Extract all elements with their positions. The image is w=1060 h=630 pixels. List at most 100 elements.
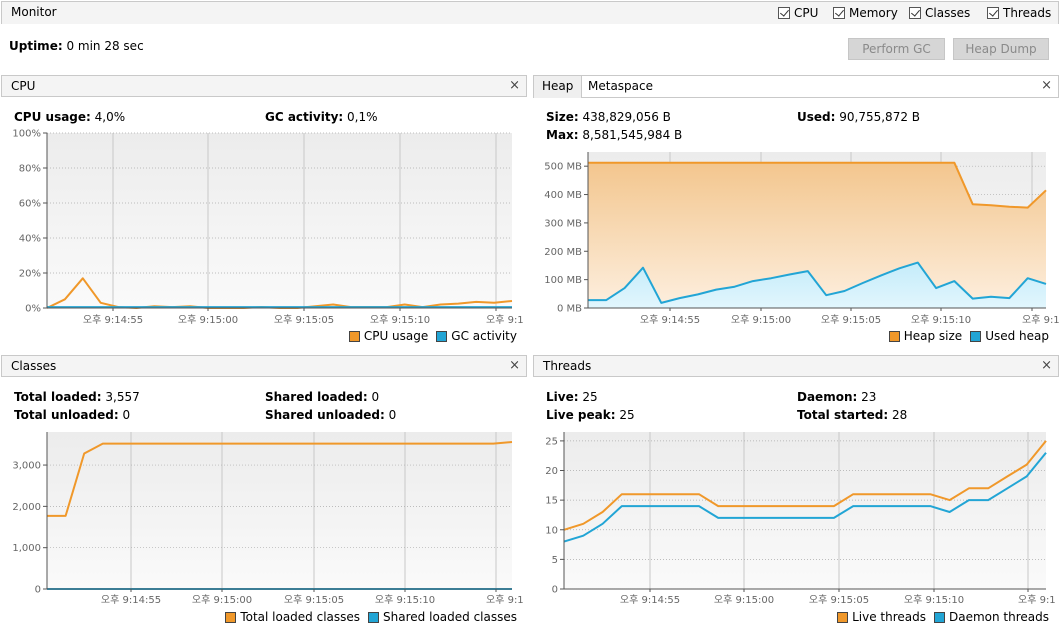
y-tick-label: 5	[552, 555, 558, 566]
y-tick-label: 10	[545, 525, 558, 536]
shared-unloaded-label: Shared unloaded:	[265, 408, 385, 422]
y-tick-label: 0	[552, 585, 558, 596]
live-peak-value: 25	[619, 408, 635, 422]
checkbox-checked-icon	[987, 7, 999, 19]
x-tick-label: 오후 9:15:10	[911, 314, 971, 325]
live-label: Live:	[546, 390, 579, 404]
cpu-legend: CPU usage GC activity	[341, 329, 517, 343]
x-tick-label: 오후 9:15:10	[370, 314, 430, 325]
legend-label-live-threads: Live threads	[852, 610, 926, 624]
x-tick-label: 오후 9:1	[486, 314, 524, 325]
x-tick-label: 오후 9:15:00	[714, 594, 774, 605]
cpu-panel-title: CPU	[11, 79, 36, 93]
cpu-usage-value: 4,0%	[94, 110, 126, 124]
threads-checkbox[interactable]: Threads	[987, 6, 1051, 20]
classes-panel-header: Classes ×	[1, 355, 527, 377]
y-tick-label: 200 MB	[544, 247, 582, 258]
y-tick-label: 0	[35, 585, 41, 596]
shared-loaded-label: Shared loaded:	[265, 390, 368, 404]
classes-checkbox[interactable]: Classes	[909, 6, 970, 20]
live-peak-stat: Live peak: 25	[546, 408, 635, 422]
total-started-value: 28	[891, 408, 908, 422]
close-icon[interactable]: ×	[509, 78, 520, 93]
shared-loaded-stat: Shared loaded: 0	[265, 390, 379, 404]
total-unloaded-label: Total unloaded:	[14, 408, 119, 422]
x-tick-label: 오후 9:1	[1022, 314, 1060, 325]
heap-dump-button[interactable]: Heap Dump	[953, 38, 1049, 60]
classes-legend: Total loaded classes Shared loaded class…	[217, 610, 517, 624]
threads-panel-header: Threads ×	[533, 355, 1059, 377]
x-tick-label: 오후 9:14:55	[83, 314, 143, 325]
shared-loaded-value: 0	[371, 390, 380, 404]
uptime-value: 0 min 28 sec	[66, 39, 144, 53]
close-icon[interactable]: ×	[1041, 358, 1052, 373]
y-tick-label: 500 MB	[544, 162, 582, 173]
y-tick-label: 3,000	[12, 461, 41, 472]
perform-gc-button[interactable]: Perform GC	[848, 38, 945, 60]
cpu-panel-header: CPU ×	[1, 75, 527, 97]
legend-swatch-total-loaded	[225, 611, 237, 623]
threads-legend: Live threads Daemon threads	[829, 610, 1049, 624]
cpu-usage-stat: CPU usage: 4,0%	[14, 110, 125, 124]
x-tick-label: 오후 9:14:55	[101, 594, 161, 605]
monitor-title: Monitor	[11, 5, 57, 19]
x-tick-label: 오후 9:14:55	[620, 594, 680, 605]
x-tick-label: 오후 9:15:00	[731, 314, 791, 325]
shared-unloaded-value: 0	[388, 408, 397, 422]
monitor-header: Monitor CPU Memory Classes Threads	[1, 1, 1059, 24]
plot-background	[47, 133, 512, 308]
legend-label-used-heap: Used heap	[985, 329, 1049, 343]
close-icon[interactable]: ×	[509, 358, 520, 373]
x-tick-label: 오후 9:15:05	[284, 594, 344, 605]
legend-swatch-used-heap	[970, 330, 982, 342]
y-tick-label: 100%	[12, 129, 41, 140]
heap-size-value: 438,829,056 B	[582, 110, 671, 124]
x-tick-label: 오후 9:1	[1018, 594, 1056, 605]
y-tick-label: 20	[545, 466, 558, 477]
y-tick-label: 400 MB	[544, 190, 582, 201]
close-icon[interactable]: ×	[1041, 78, 1052, 93]
heap-tabs: Heap Metaspace ×	[533, 75, 1059, 98]
tab-metaspace[interactable]: Metaspace	[580, 76, 661, 98]
memory-checkbox[interactable]: Memory	[833, 6, 898, 20]
live-stat: Live: 25	[546, 390, 598, 404]
daemon-value: 23	[861, 390, 877, 404]
gc-activity-label: GC activity:	[265, 110, 344, 124]
checkbox-checked-icon	[833, 7, 845, 19]
cpu-checkbox[interactable]: CPU	[778, 6, 818, 20]
legend-swatch-cpu-usage	[348, 330, 360, 342]
daemon-label: Daemon:	[797, 390, 858, 404]
live-peak-label: Live peak:	[546, 408, 616, 422]
x-tick-label: 오후 9:15:05	[821, 314, 881, 325]
legend-swatch-gc-activity	[436, 330, 448, 342]
gc-activity-value: 0,1%	[347, 110, 378, 124]
uptime-label: Uptime:	[9, 39, 63, 53]
y-tick-label: 2,000	[12, 502, 41, 513]
y-tick-label: 100 MB	[544, 275, 582, 286]
heap-chart: 오후 9:14:55 오후 9:15:00 오후 9:15:05 오후 9:15:10…	[544, 152, 1060, 325]
cpu-usage-label: CPU usage:	[14, 110, 91, 124]
daemon-stat: Daemon: 23	[797, 390, 876, 404]
y-tick-label: 60%	[19, 199, 41, 210]
y-tick-label: 0%	[25, 304, 41, 315]
legend-label-daemon-threads: Daemon threads	[948, 610, 1049, 624]
shared-unloaded-stat: Shared unloaded: 0	[265, 408, 396, 422]
y-tick-label: 25	[545, 436, 558, 447]
y-tick-label: 15	[545, 496, 558, 507]
heap-size-label: Size:	[546, 110, 579, 124]
total-loaded-value: 3,557	[105, 390, 140, 404]
uptime: Uptime: 0 min 28 sec	[9, 39, 144, 53]
classes-chart: 오후 9:14:55 오후 9:15:00 오후 9:15:05 오후 9:15:10…	[12, 432, 524, 605]
x-tick-label: 오후 9:15:05	[809, 594, 869, 605]
gc-activity-stat: GC activity: 0,1%	[265, 110, 378, 124]
legend-label-shared-loaded: Shared loaded classes	[383, 610, 517, 624]
plot-background	[47, 432, 512, 589]
x-tick-label: 오후 9:15:05	[274, 314, 334, 325]
x-tick-label: 오후 9:1	[486, 594, 524, 605]
plot-background	[564, 432, 1046, 589]
legend-swatch-daemon-threads	[933, 611, 945, 623]
y-tick-label: 1,000	[12, 543, 41, 554]
total-loaded-stat: Total loaded: 3,557	[14, 390, 140, 404]
tab-heap[interactable]: Heap	[534, 76, 583, 98]
x-tick-label: 오후 9:14:55	[640, 314, 700, 325]
